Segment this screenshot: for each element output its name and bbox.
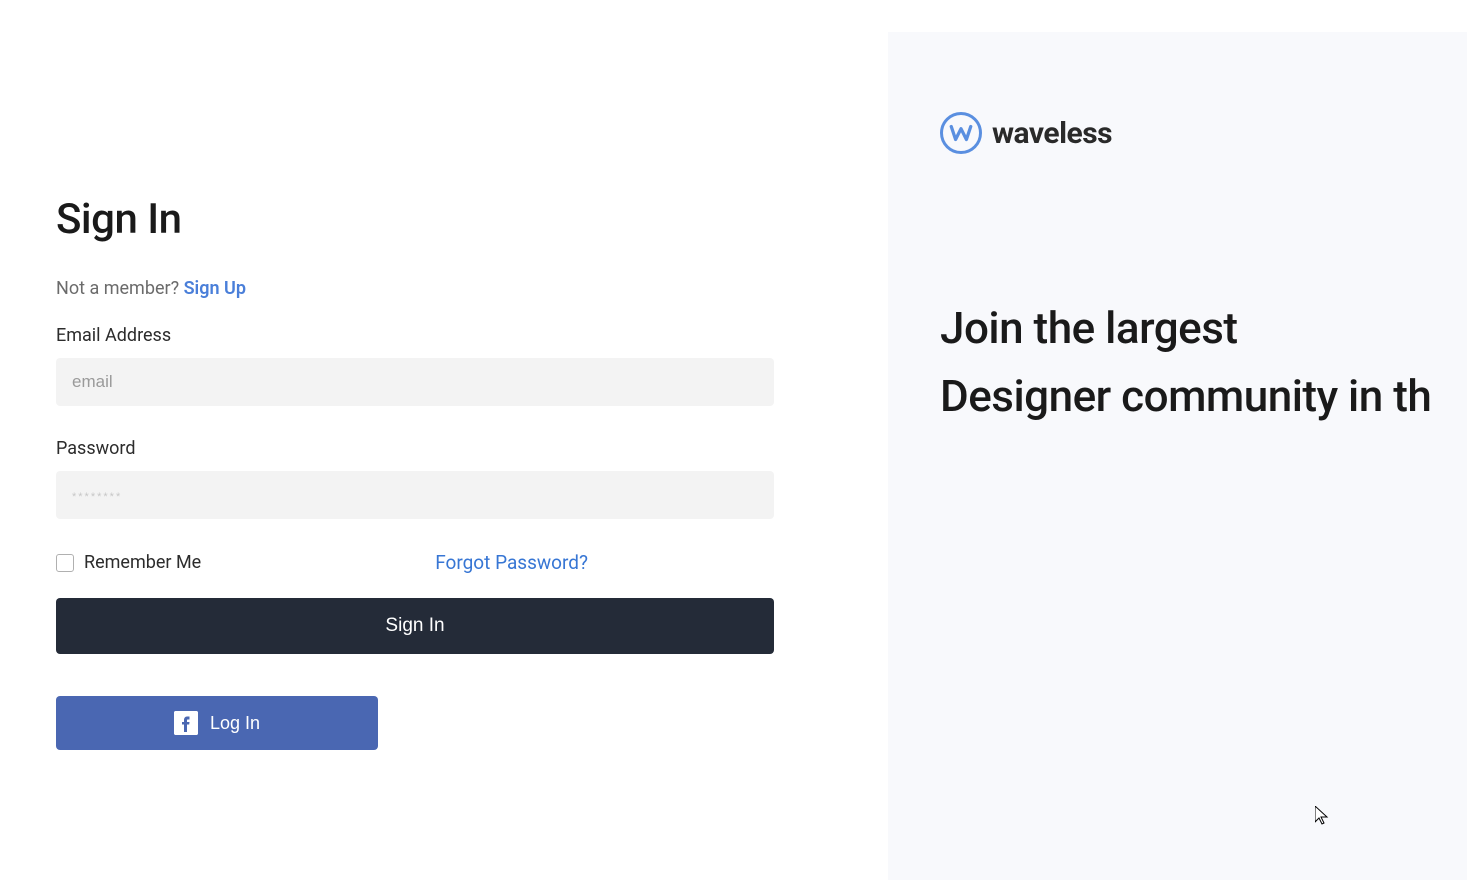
member-prompt: Not a member? Sign Up xyxy=(56,278,774,299)
remember-label: Remember Me xyxy=(84,552,201,573)
remember-me-wrap: Remember Me xyxy=(56,552,201,573)
page-title: Sign In xyxy=(56,195,774,244)
options-row: Remember Me Forgot Password? xyxy=(56,551,774,574)
waveless-logo-icon xyxy=(940,112,982,154)
facebook-login-button[interactable]: Log In xyxy=(56,696,378,750)
brand-logo: waveless xyxy=(940,112,1467,154)
password-label: Password xyxy=(56,438,774,459)
hero-line-2: Designer community in th xyxy=(940,362,1467,430)
signup-link[interactable]: Sign Up xyxy=(184,278,246,299)
signin-button[interactable]: Sign In xyxy=(56,598,774,654)
hero-panel: waveless Join the largest Designer commu… xyxy=(888,32,1467,880)
forgot-password-link[interactable]: Forgot Password? xyxy=(435,551,588,574)
facebook-button-label: Log In xyxy=(210,713,260,734)
password-field[interactable] xyxy=(56,471,774,519)
email-field[interactable] xyxy=(56,358,774,406)
email-label: Email Address xyxy=(56,325,774,346)
hero-line-1: Join the largest xyxy=(940,294,1467,362)
signin-panel: Sign In Not a member? Sign Up Email Addr… xyxy=(0,0,888,848)
brand-name: waveless xyxy=(992,116,1112,151)
not-member-text: Not a member? xyxy=(56,278,184,299)
remember-checkbox[interactable] xyxy=(56,554,74,572)
facebook-icon xyxy=(174,711,198,735)
